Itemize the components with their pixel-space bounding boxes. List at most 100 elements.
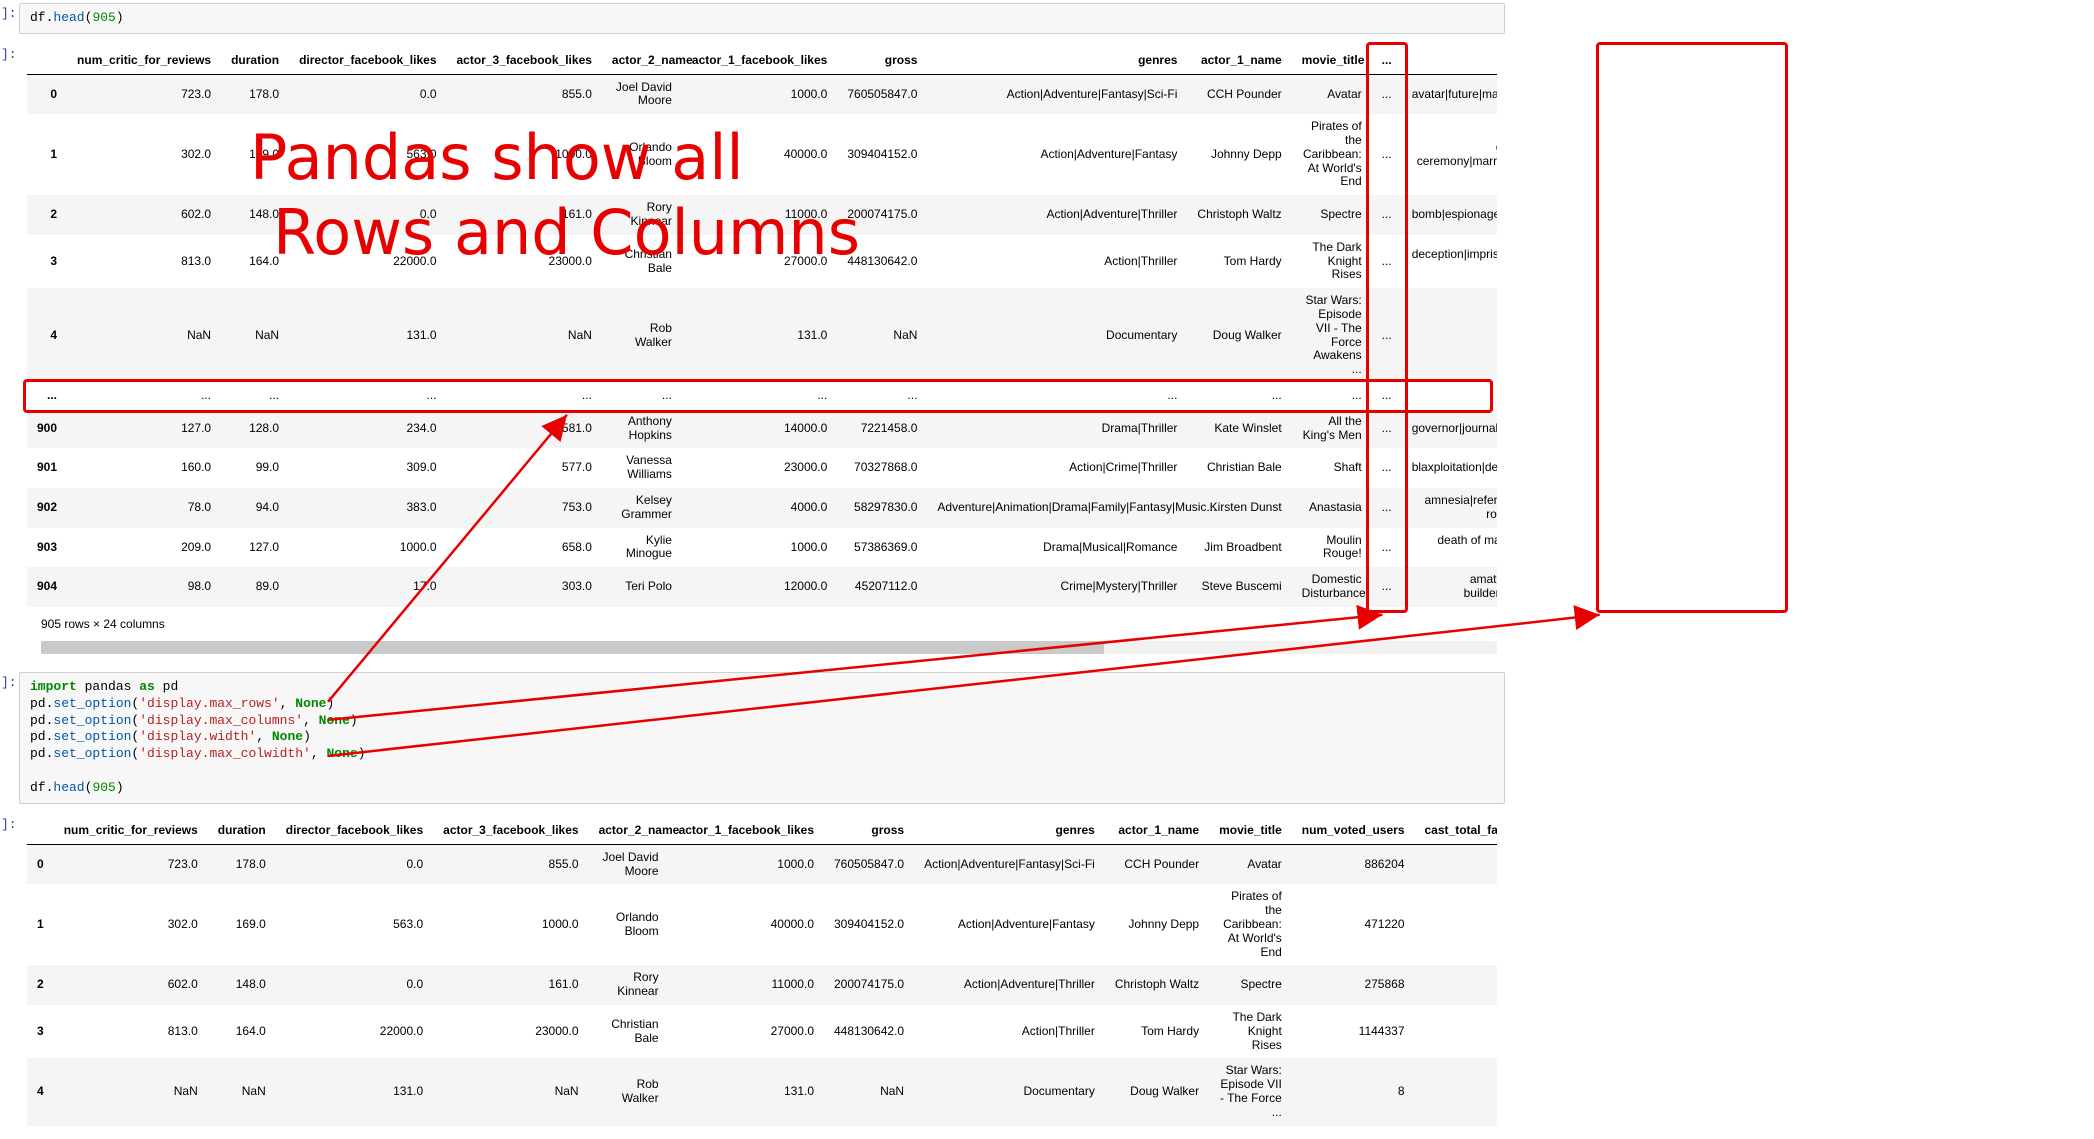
table-cell: 7221458.0 <box>837 409 927 449</box>
table-row: 0723.0178.00.0855.0Joel David Moore1000.… <box>27 74 1497 114</box>
table-cell: The Dark Knight Rises <box>1209 1005 1292 1058</box>
table-cell: 471220 <box>1292 884 1415 965</box>
table-cell: 602.0 <box>67 195 221 235</box>
table-cell: 0.0 <box>276 844 433 884</box>
output-cell-2: ]: num_critic_for_reviewsdurationdirecto… <box>0 811 1510 1139</box>
table-cell: Christian Bale <box>589 1005 669 1058</box>
table-cell: 275868 <box>1292 965 1415 1005</box>
table-cell: 200074175.0 <box>837 195 927 235</box>
table-cell: Orlando Bloom <box>602 114 682 195</box>
table-cell: Drama|Thriller <box>927 409 1187 449</box>
table-cell: Christian Bale <box>1187 448 1291 488</box>
table-row: 1302.0169.0563.01000.0Orlando Bloom40000… <box>27 114 1497 195</box>
table-cell: ... <box>221 383 289 409</box>
col-header: actor_1_facebook_likes <box>682 48 837 74</box>
table-cell: ... <box>1372 448 1402 488</box>
table-cell: Joel David Moore <box>602 74 682 114</box>
table-cell: Pirates of the Caribbean: At World's End <box>1209 884 1292 965</box>
table-cell: CCH Pounder <box>1187 74 1291 114</box>
table-cell: Tom Hardy <box>1105 1005 1209 1058</box>
col-header: actor_1_name <box>1105 818 1209 844</box>
table-cell: 22000.0 <box>289 235 446 288</box>
dataframe-1-wrap[interactable]: num_critic_for_reviewsdurationdirector_f… <box>27 48 1497 607</box>
table-cell: Kelsey Grammer <box>602 488 682 528</box>
table-cell: 14000.0 <box>682 409 837 449</box>
table-cell: ... <box>1372 488 1402 528</box>
table-cell: Johnny Depp <box>1105 884 1209 965</box>
table-cell: ... <box>1372 383 1402 409</box>
table-cell: Spectre <box>1292 195 1372 235</box>
table-cell: 131.0 <box>289 288 446 383</box>
table-cell: Action|Crime|Thriller <box>927 448 1187 488</box>
code-text-1[interactable]: df.head(905) <box>28 6 1496 31</box>
code-text-2[interactable]: import pandas as pd pd.set_option('displ… <box>28 675 1496 801</box>
table-cell: 1000.0 <box>433 884 588 965</box>
col-header: gross <box>837 48 927 74</box>
table-cell: 178.0 <box>208 844 276 884</box>
table-cell: 383.0 <box>289 488 446 528</box>
table-cell: Rob Walker <box>589 1058 669 1125</box>
table-cell: Crime|Mystery|Thriller <box>927 567 1187 607</box>
table-cell: Anthony Hopkins <box>602 409 682 449</box>
table-cell: 23000.0 <box>682 448 837 488</box>
table-cell: Jim Broadbent <box>1187 528 1291 568</box>
col-header: director_facebook_likes <box>276 818 433 844</box>
table-cell: 813.0 <box>67 235 221 288</box>
col-header: num_critic_for_reviews <box>54 818 208 844</box>
table-row: 903209.0127.01000.0658.0Kylie Minogue100… <box>27 528 1497 568</box>
table-cell: Vanessa Williams <box>602 448 682 488</box>
table-cell: NaN <box>67 288 221 383</box>
table-cell: 98.0 <box>67 567 221 607</box>
table-cell: 723.0 <box>67 74 221 114</box>
col-header: director_facebook_likes <box>289 48 446 74</box>
table-cell: ... <box>682 383 837 409</box>
table-cell: 40000.0 <box>669 884 824 965</box>
table-cell: ... <box>289 383 446 409</box>
table-cell: 70327868.0 <box>837 448 927 488</box>
table-cell: 131.0 <box>276 1058 433 1125</box>
table-cell: 1000.0 <box>669 844 824 884</box>
prompt-in-2: ]: <box>1 670 15 695</box>
col-header: actor_2_name <box>589 818 669 844</box>
table-cell: ... <box>1372 195 1402 235</box>
col-header: duration <box>208 818 276 844</box>
table-cell: Christian Bale <box>602 235 682 288</box>
table-cell: 178.0 <box>221 74 289 114</box>
table-cell: ... <box>1372 235 1402 288</box>
table-cell: 1000.0 <box>682 528 837 568</box>
code-input-1[interactable]: df.head(905) <box>19 3 1505 34</box>
table-cell: Action|Adventure|Thriller <box>914 965 1105 1005</box>
table-cell: amateur detective|boat builder|boy|stepf… <box>1402 567 1497 607</box>
h-scrollbar-thumb[interactable] <box>41 641 1104 654</box>
table-cell: 40000.0 <box>682 114 837 195</box>
table-cell: NaN <box>221 288 289 383</box>
table-cell: 169.0 <box>221 114 289 195</box>
table-cell: Avatar <box>1209 844 1292 884</box>
table-cell: Action|Adventure|Fantasy|Sci-Fi <box>914 844 1105 884</box>
table-row: 2602.0148.00.0161.0Rory Kinnear11000.020… <box>27 965 1497 1005</box>
table-cell: 164.0 <box>221 235 289 288</box>
table-row: 3813.0164.022000.023000.0Christian Bale2… <box>27 1005 1497 1058</box>
table-cell: 303.0 <box>447 567 602 607</box>
table-cell: Action|Adventure|Fantasy|Sci-Fi <box>927 74 1187 114</box>
table-cell: ... <box>602 383 682 409</box>
table-cell: 23000.0 <box>447 235 602 288</box>
dataframe-2-wrap[interactable]: num_critic_for_reviewsdurationdirector_f… <box>27 818 1497 1126</box>
table-cell: 23000.0 <box>433 1005 588 1058</box>
table-cell: NaN <box>208 1058 276 1125</box>
col-header: movie_title <box>1292 48 1372 74</box>
table-cell: 164.0 <box>208 1005 276 1058</box>
table-cell: ... <box>837 383 927 409</box>
dataframe-2: num_critic_for_reviewsdurationdirector_f… <box>27 818 1497 1126</box>
table-cell: All the King's Men <box>1292 409 1372 449</box>
table-cell: 127.0 <box>221 528 289 568</box>
table-cell: ... <box>1372 288 1402 383</box>
table-cell: The Dark Knight Rises <box>1292 235 1372 288</box>
table-cell: 127.0 <box>67 409 221 449</box>
h-scrollbar-track[interactable] <box>41 641 1497 654</box>
code-input-2[interactable]: import pandas as pd pd.set_option('displ… <box>19 672 1505 804</box>
table-cell: 4834 <box>1415 844 1498 884</box>
table-cell: NaN <box>433 1058 588 1125</box>
table-cell: Christoph Waltz <box>1187 195 1291 235</box>
table-cell: Star Wars: Episode VII - The Force ... <box>1209 1058 1292 1125</box>
